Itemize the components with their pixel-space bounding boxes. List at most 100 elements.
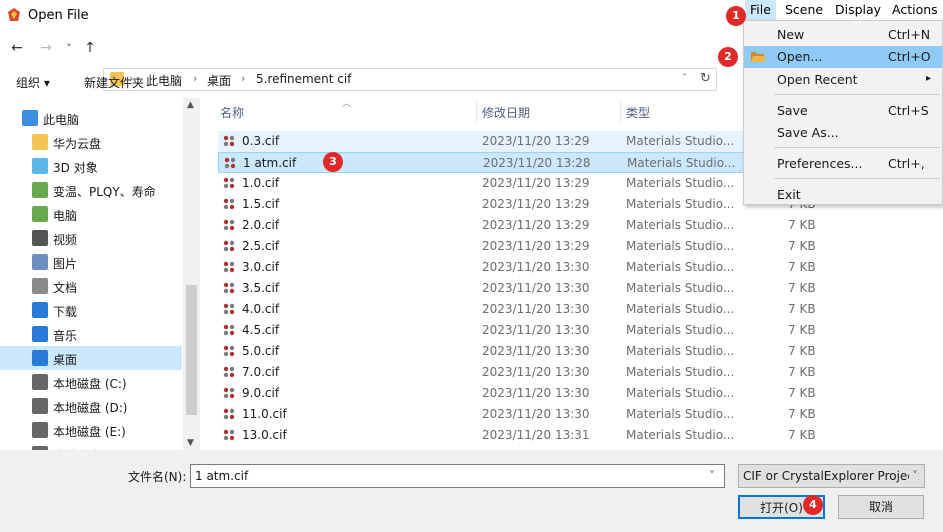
column-divider[interactable]: [476, 100, 477, 122]
menu-item-preferences[interactable]: Preferences... Ctrl+,: [744, 153, 942, 175]
menu-scene[interactable]: Scene: [785, 2, 823, 17]
drive-icon: [32, 374, 48, 390]
sidebar-item[interactable]: 变温、PLQY、寿命: [0, 178, 182, 202]
filename-dropdown-icon[interactable]: ˅: [709, 469, 715, 483]
organize-button[interactable]: 组织 ▾: [16, 74, 50, 91]
sidebar-item-label: 华为云盘: [53, 137, 102, 151]
file-size: 7 KB: [788, 239, 816, 253]
menu-file[interactable]: File: [745, 0, 776, 20]
sidebar-item[interactable]: 视频: [0, 226, 182, 250]
up-arrow-icon[interactable]: ↑: [81, 39, 99, 57]
sidebar-scroll-thumb[interactable]: [186, 285, 197, 415]
file-date: 2023/11/20 13:30: [482, 260, 590, 274]
sidebar-item[interactable]: 桌面: [0, 346, 182, 370]
file-name: 1.5.cif: [242, 197, 280, 211]
file-size: 7 KB: [788, 260, 816, 274]
file-date: 2023/11/20 13:29: [482, 239, 590, 253]
cif-file-icon: [223, 135, 235, 147]
sidebar-item[interactable]: 本地磁盘 (C:): [0, 370, 182, 394]
menu-item-save-as[interactable]: Save As...: [744, 122, 942, 144]
file-row[interactable]: 13.0.cif 2023/11/20 13:31 Materials Studio…: [218, 425, 943, 446]
column-header-name[interactable]: 名称: [220, 104, 244, 132]
file-row[interactable]: 2.5.cif 2023/11/20 13:29 Materials Studio.…: [218, 236, 943, 257]
recent-locations-icon[interactable]: ˅: [60, 39, 78, 57]
sidebar-item[interactable]: 图片: [0, 250, 182, 274]
back-arrow-icon[interactable]: ←: [8, 39, 26, 57]
sidebar-item[interactable]: 3D 对象: [0, 154, 182, 178]
sidebar-item[interactable]: 华为云盘: [0, 130, 182, 154]
sidebar-item[interactable]: 下载: [0, 298, 182, 322]
file-row[interactable]: 4.5.cif 2023/11/20 13:30 Materials Studio.…: [218, 320, 943, 341]
cif-file-icon: [223, 177, 235, 189]
menu-item-save[interactable]: Save Ctrl+S: [744, 100, 942, 122]
file-type-dropdown-icon[interactable]: ˅: [909, 469, 918, 483]
file-row[interactable]: 2.0.cif 2023/11/20 13:29 Materials Studio.…: [218, 215, 943, 236]
cancel-button[interactable]: 取消: [838, 495, 924, 519]
sidebar-item[interactable]: 音乐: [0, 322, 182, 346]
file-size: 7 KB: [788, 218, 816, 232]
file-size: 7 KB: [788, 386, 816, 400]
sidebar-item[interactable]: 文档: [0, 274, 182, 298]
sidebar-item-label: 下载: [53, 305, 78, 319]
cif-file-icon: [223, 282, 235, 294]
scroll-down-icon[interactable]: ▼: [187, 438, 194, 448]
file-type: Materials Studio...: [626, 428, 735, 442]
file-type: Materials Studio...: [626, 239, 735, 253]
menu-item-new[interactable]: New Ctrl+N: [744, 24, 942, 46]
sidebar-item-label: 视频: [53, 233, 78, 247]
sidebar-item[interactable]: 本地磁盘 (F:): [0, 442, 182, 450]
file-row[interactable]: 3.5.cif 2023/11/20 13:30 Materials Studio.…: [218, 278, 943, 299]
column-header-date[interactable]: 修改日期: [482, 104, 530, 132]
file-date: 2023/11/20 13:30: [482, 323, 590, 337]
new-folder-button[interactable]: 新建文件夹: [84, 74, 144, 91]
folder-icon: [32, 182, 48, 198]
file-row[interactable]: 3.0.cif 2023/11/20 13:30 Materials Studio.…: [218, 257, 943, 278]
sidebar-item-label: 3D 对象: [53, 161, 98, 175]
file-type: Materials Studio...: [626, 197, 735, 211]
file-row[interactable]: 7.0.cif 2023/11/20 13:30 Materials Studio.…: [218, 362, 943, 383]
file-row[interactable]: 9.0.cif 2023/11/20 13:30 Materials Studio.…: [218, 383, 943, 404]
submenu-arrow-icon: ▸: [926, 73, 932, 84]
file-name: 4.5.cif: [242, 323, 280, 337]
sidebar-item[interactable]: 电脑: [0, 202, 182, 226]
file-row[interactable]: 11.0.cif 2023/11/20 13:30 Materials Studio…: [218, 404, 943, 425]
file-type: Materials Studio...: [626, 260, 735, 274]
menu-display[interactable]: Display: [835, 2, 881, 17]
cif-file-icon: [223, 387, 235, 399]
file-date: 2023/11/20 13:29: [482, 134, 590, 148]
menu-item-exit[interactable]: Exit: [744, 184, 942, 206]
cif-file-icon: [223, 408, 235, 420]
column-header-type[interactable]: 类型: [626, 104, 650, 132]
menu-item-open-recent[interactable]: Open Recent ▸: [744, 69, 942, 91]
file-type: Materials Studio...: [626, 302, 735, 316]
cif-file-icon: [223, 303, 235, 315]
music-icon: [32, 326, 48, 342]
file-row[interactable]: 4.0.cif 2023/11/20 13:30 Materials Studio.…: [218, 299, 943, 320]
column-divider[interactable]: [620, 100, 621, 122]
documents-icon: [32, 278, 48, 294]
file-date: 2023/11/20 13:30: [482, 386, 590, 400]
dialog-footer: 文件名(N): 1 atm.cif ˅ CIF or CrystalExplor…: [0, 450, 943, 532]
file-row[interactable]: 5.0.cif 2023/11/20 13:30 Materials Studio.…: [218, 341, 943, 362]
forward-arrow-icon[interactable]: →: [37, 39, 55, 57]
menu-item-open[interactable]: Open... Ctrl+O: [744, 46, 942, 68]
step-badge-3: 3: [323, 152, 343, 172]
file-size: 7 KB: [788, 344, 816, 358]
sidebar-item[interactable]: 本地磁盘 (D:): [0, 394, 182, 418]
sort-ascending-icon: ︿: [342, 99, 352, 109]
filename-input[interactable]: 1 atm.cif ˅: [190, 464, 725, 488]
file-type-select[interactable]: CIF or CrystalExplorer Project ˅: [738, 464, 925, 488]
sidebar-item[interactable]: 此电脑: [0, 106, 182, 130]
file-type: Materials Studio...: [626, 407, 735, 421]
drive-icon: [32, 398, 48, 414]
cif-file-icon: [223, 261, 235, 273]
scroll-up-icon[interactable]: ▲: [187, 100, 194, 110]
file-name: 7.0.cif: [242, 365, 280, 379]
menu-actions[interactable]: Actions: [892, 2, 938, 17]
file-type: Materials Studio...: [626, 386, 735, 400]
sidebar-item-label: 电脑: [53, 209, 78, 223]
file-name: 2.0.cif: [242, 218, 280, 232]
file-type: Materials Studio...: [626, 323, 735, 337]
sidebar-item[interactable]: 本地磁盘 (E:): [0, 418, 182, 442]
navigation-pane: 此电脑 华为云盘 3D 对象 变温、PLQY、寿命 电脑 视频 图片 文档 下载 音乐 桌面 本地磁盘…: [0, 98, 200, 450]
